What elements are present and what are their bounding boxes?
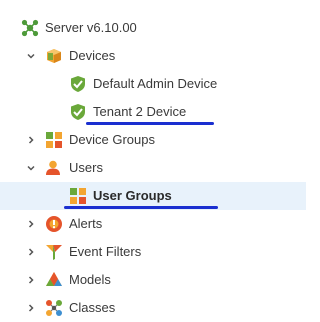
- user-icon: [45, 159, 63, 177]
- tree-item-label: Devices: [69, 48, 116, 63]
- models-icon: [45, 271, 63, 289]
- user-groups-icon: [69, 187, 87, 205]
- tree-item-label: Device Groups: [69, 132, 155, 147]
- tree-item-label: Models: [69, 272, 111, 287]
- tree-item-server[interactable]: Server v6.10.00: [0, 14, 306, 42]
- chevron-right-icon[interactable]: [26, 219, 36, 229]
- navigation-tree: Server v6.10.00 Devices Default Admin De…: [0, 14, 306, 322]
- classes-icon: [45, 299, 63, 317]
- device-groups-icon: [45, 131, 63, 149]
- chevron-right-icon[interactable]: [26, 303, 36, 313]
- chevron-right-icon[interactable]: [26, 247, 36, 257]
- tree-item-label: User Groups: [93, 188, 172, 203]
- shield-check-icon: [69, 75, 87, 93]
- alert-icon: [45, 215, 63, 233]
- tree-item-device-groups[interactable]: Device Groups: [0, 126, 306, 154]
- tree-item-classes[interactable]: Classes: [0, 294, 306, 322]
- tree-item-label: Server v6.10.00: [45, 20, 137, 35]
- annotation-underline: [86, 122, 214, 125]
- tree-item-alerts[interactable]: Alerts: [0, 210, 306, 238]
- tree-item-label: Users: [69, 160, 103, 175]
- filter-icon: [45, 243, 63, 261]
- tree-item-users[interactable]: Users: [0, 154, 306, 182]
- tree-item-label: Classes: [69, 300, 116, 315]
- chevron-down-icon[interactable]: [26, 163, 36, 173]
- chevron-right-icon[interactable]: [26, 135, 36, 145]
- devices-cube-icon: [45, 47, 63, 65]
- tree-item-default-admin-device[interactable]: Default Admin Device: [0, 70, 306, 98]
- tree-item-devices[interactable]: Devices: [0, 42, 306, 70]
- tree-item-tenant-2-device[interactable]: Tenant 2 Device: [0, 98, 306, 126]
- tree-item-label: Event Filters: [69, 244, 142, 259]
- annotation-underline: [64, 206, 218, 209]
- tree-item-user-groups[interactable]: User Groups: [0, 182, 306, 210]
- tree-item-event-filters[interactable]: Event Filters: [0, 238, 306, 266]
- chevron-down-icon[interactable]: [26, 51, 36, 61]
- chevron-right-icon[interactable]: [26, 275, 36, 285]
- tree-item-label: Default Admin Device: [93, 76, 218, 91]
- tree-item-label: Tenant 2 Device: [93, 104, 187, 119]
- tree-item-label: Alerts: [69, 216, 103, 231]
- tree-item-models[interactable]: Models: [0, 266, 306, 294]
- shield-check-icon: [69, 103, 87, 121]
- server-cluster-icon: [21, 19, 39, 37]
